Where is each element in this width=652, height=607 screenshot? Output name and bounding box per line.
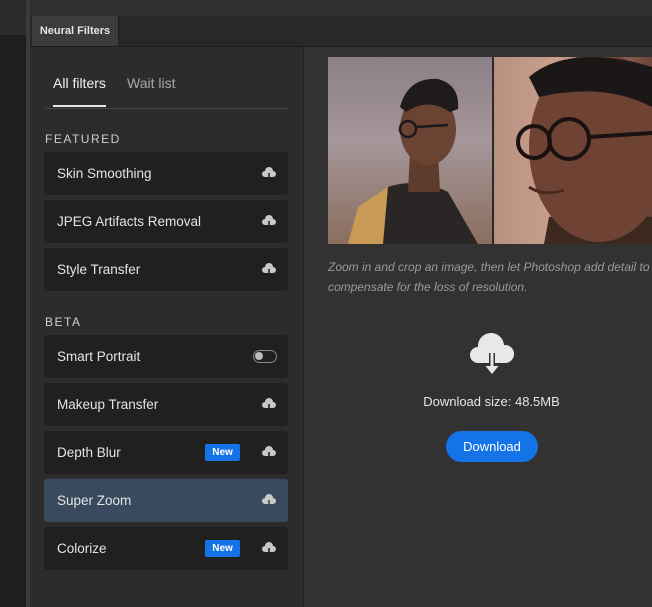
top-bar	[30, 0, 652, 17]
cloud-download-icon[interactable]	[261, 214, 277, 230]
left-dock-inner	[0, 35, 26, 607]
panel-tab-row: Neural Filters	[30, 16, 652, 47]
filter-item-colorize[interactable]: Colorize New	[44, 527, 288, 570]
filter-item-depth-blur[interactable]: Depth Blur New	[44, 431, 288, 474]
filter-item-style-transfer[interactable]: Style Transfer	[44, 248, 288, 291]
cloud-download-icon[interactable]	[261, 541, 277, 557]
filter-item-label: Super Zoom	[57, 493, 132, 508]
cloud-download-icon[interactable]	[261, 445, 277, 461]
filter-tabs: All filters Wait list	[45, 63, 288, 109]
filter-item-label: Smart Portrait	[57, 349, 141, 364]
filter-item-label: Style Transfer	[57, 262, 141, 277]
section-beta-label: BETA	[45, 315, 82, 329]
filter-detail-panel: Zoom in and crop an image, then let Phot…	[304, 47, 652, 607]
filter-item-jpeg-artifacts-removal[interactable]: JPEG Artifacts Removal	[44, 200, 288, 243]
tab-wait-list[interactable]: Wait list	[127, 75, 175, 91]
new-badge: New	[205, 540, 240, 557]
cloud-download-icon[interactable]	[261, 166, 277, 182]
filter-description: Zoom in and crop an image, then let Phot…	[328, 260, 650, 294]
tab-neural-filters[interactable]: Neural Filters	[32, 16, 119, 46]
cloud-download-icon[interactable]	[261, 397, 277, 413]
portrait-before-illustration	[348, 78, 478, 244]
download-button[interactable]: Download	[446, 431, 538, 462]
filter-item-label: Depth Blur	[57, 445, 121, 460]
tab-all-filters[interactable]: All filters	[53, 75, 106, 107]
cloud-download-icon[interactable]	[261, 493, 277, 509]
cloud-download-icon[interactable]	[261, 262, 277, 278]
cloud-download-icon	[470, 333, 514, 376]
filter-item-super-zoom[interactable]: Super Zoom	[44, 479, 288, 522]
filters-sidebar: All filters Wait list FEATURED Skin Smoo…	[30, 47, 304, 607]
filter-item-skin-smoothing[interactable]: Skin Smoothing	[44, 152, 288, 195]
preview-after-image	[494, 57, 652, 244]
smart-portrait-toggle[interactable]	[253, 350, 277, 363]
preview-image	[328, 57, 652, 244]
filter-item-makeup-transfer[interactable]: Makeup Transfer	[44, 383, 288, 426]
filter-item-label: JPEG Artifacts Removal	[57, 214, 202, 229]
filter-item-smart-portrait[interactable]: Smart Portrait	[44, 335, 288, 378]
filter-item-label: Skin Smoothing	[57, 166, 152, 181]
new-badge: New	[205, 444, 240, 461]
section-featured-label: FEATURED	[45, 132, 121, 146]
left-dock-strip	[0, 0, 30, 607]
filter-item-label: Colorize	[57, 541, 107, 556]
toggle-knob	[255, 352, 263, 360]
preview-before-image	[328, 57, 492, 244]
filter-item-label: Makeup Transfer	[57, 397, 159, 412]
portrait-after-illustration	[516, 57, 652, 244]
download-size-text: Download size: 48.5MB	[423, 394, 560, 409]
